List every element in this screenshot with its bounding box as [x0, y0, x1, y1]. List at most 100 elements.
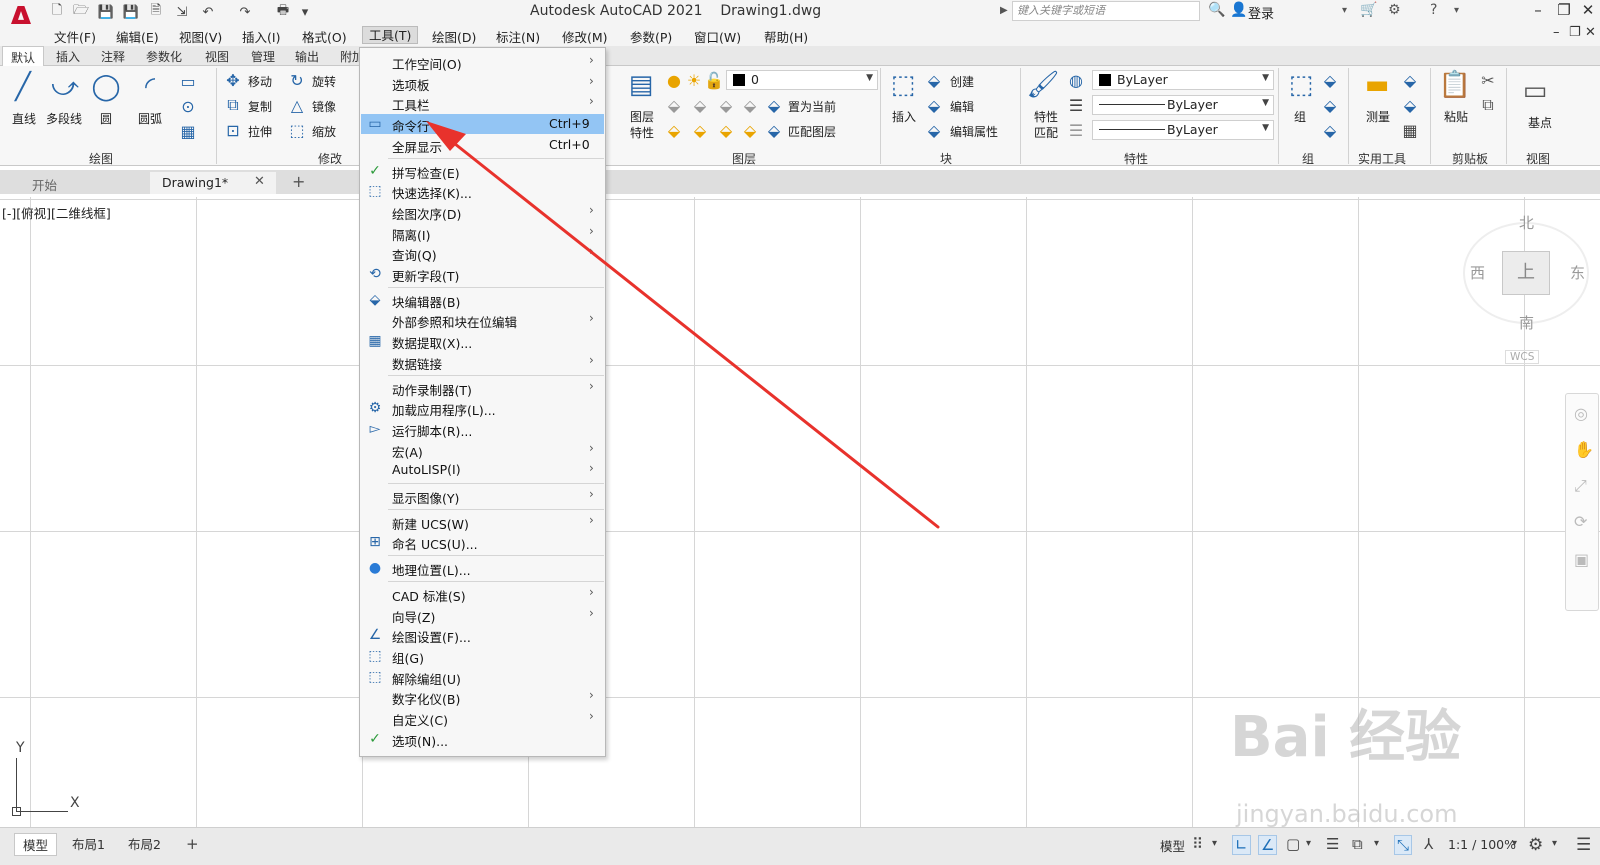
- layer-tool-icon[interactable]: ⬙: [692, 96, 708, 115]
- save-as-icon[interactable]: 💾: [122, 3, 140, 21]
- annotation-visibility-icon[interactable]: ⤡: [1394, 835, 1413, 855]
- layer-tool-icon[interactable]: ⬙: [718, 121, 734, 140]
- tools-menu-item[interactable]: ▭ 命令行 Ctrl+9: [361, 114, 604, 135]
- tools-menu-item[interactable]: ⬙ 块编辑器(B): [361, 290, 604, 310]
- layer-properties-label[interactable]: 特性: [630, 124, 654, 141]
- tools-menu-item[interactable]: 工作空间(O) ›: [361, 52, 604, 72]
- tools-menu-item[interactable]: 工具栏 ›: [361, 93, 604, 113]
- model-space-button[interactable]: 模型: [1152, 835, 1193, 856]
- calculator-icon[interactable]: ▦: [1402, 121, 1418, 140]
- workspace-dropdown-icon[interactable]: ▾: [1552, 838, 1557, 849]
- hatch-icon[interactable]: ▦: [178, 122, 198, 141]
- tools-menu-item[interactable]: ⬚ 快速选择(K)...: [361, 181, 604, 201]
- menu-window[interactable]: 窗口(W): [694, 27, 741, 46]
- tools-menu-item[interactable]: ⟲ 更新字段(T): [361, 264, 604, 284]
- viewcube-top-face[interactable]: 上: [1502, 251, 1550, 295]
- rotate-button[interactable]: 旋转: [312, 73, 336, 90]
- sun-icon[interactable]: ☀: [686, 71, 702, 90]
- lineweight-dropdown[interactable]: ByLayer ▼: [1092, 120, 1274, 140]
- layer-tool-icon[interactable]: ⬙: [692, 121, 708, 140]
- menu-dimension[interactable]: 标注(N): [496, 27, 540, 46]
- create-block-button[interactable]: 创建: [950, 73, 974, 90]
- tab-home[interactable]: 默认: [2, 46, 45, 67]
- layer-tool-icon[interactable]: ⬙: [666, 96, 682, 115]
- tools-menu-item[interactable]: ✓ 选项(N)...: [361, 729, 604, 749]
- match-layer-icon[interactable]: ⬙: [766, 121, 782, 140]
- groups-panel-title[interactable]: 组: [1302, 150, 1314, 167]
- tab-parametric[interactable]: 参数化: [146, 48, 182, 65]
- tools-menu-item[interactable]: 绘图次序(D) ›: [361, 202, 604, 222]
- showmotion-icon[interactable]: ▣: [1574, 550, 1589, 569]
- tools-menu-item[interactable]: 动作录制器(T) ›: [361, 378, 604, 398]
- tools-menu-item[interactable]: CAD 标准(S) ›: [361, 584, 604, 604]
- tools-menu-item[interactable]: 显示图像(Y) ›: [361, 486, 604, 506]
- layer-properties-icon[interactable]: ▤: [624, 68, 658, 102]
- draw-panel-title[interactable]: 绘图: [89, 150, 113, 167]
- annotation-scale-icon[interactable]: ⅄: [1424, 835, 1433, 853]
- zoom-extents-icon[interactable]: ⤢: [1574, 476, 1587, 496]
- rotate-icon[interactable]: ↻: [288, 71, 306, 90]
- tools-menu-item[interactable]: 查询(Q) ›: [361, 243, 604, 263]
- login-dropdown-icon[interactable]: ▾: [1342, 5, 1347, 16]
- set-current-icon[interactable]: ⬙: [766, 96, 782, 115]
- tools-menu-item[interactable]: 全屏显示 Ctrl+0: [361, 135, 604, 155]
- menu-parametric[interactable]: 参数(P): [630, 27, 672, 46]
- tools-menu-item[interactable]: 新建 UCS(W) ›: [361, 512, 604, 532]
- match-layer-button[interactable]: 匹配图层: [788, 123, 836, 140]
- pan-icon[interactable]: ✋: [1574, 440, 1594, 459]
- tools-menu-item[interactable]: 自定义(C) ›: [361, 708, 604, 728]
- insert-block-icon[interactable]: ⬚: [886, 68, 920, 102]
- measure-icon[interactable]: ▬: [1360, 68, 1394, 102]
- linetype-dropdown[interactable]: ByLayer ▼: [1092, 95, 1274, 115]
- undo-icon[interactable]: ↶: [199, 3, 217, 21]
- scale-dropdown-icon[interactable]: ▾: [1512, 838, 1517, 849]
- tab-annotate[interactable]: 注释: [101, 48, 125, 65]
- wcs-menu[interactable]: WCS: [1505, 350, 1540, 364]
- circle-icon[interactable]: ◯: [89, 70, 123, 104]
- help-icon[interactable]: ?: [1430, 2, 1437, 18]
- ellipse-icon[interactable]: ⊙: [178, 97, 198, 116]
- measure-button[interactable]: 测量: [1366, 108, 1390, 125]
- paste-button[interactable]: 粘贴: [1444, 108, 1468, 125]
- transparency-icon[interactable]: ⧉: [1352, 835, 1363, 853]
- lineweight-icon[interactable]: ☰: [1066, 96, 1086, 115]
- block-panel-title[interactable]: 块: [940, 150, 952, 167]
- viewcube-north[interactable]: 北: [1519, 212, 1534, 233]
- layer-dropdown[interactable]: 0 ▼: [726, 70, 878, 90]
- plot-preview-icon[interactable]: 🗎: [147, 3, 165, 21]
- utilities-panel-title[interactable]: 实用工具: [1358, 150, 1406, 167]
- menu-help[interactable]: 帮助(H): [764, 27, 808, 46]
- annotation-scale-value[interactable]: 1:1 / 100%: [1448, 837, 1516, 852]
- doc-restore-icon[interactable]: ❐: [1569, 25, 1581, 40]
- menu-modify[interactable]: 修改(M): [562, 27, 608, 46]
- layout-tab-model[interactable]: 模型: [14, 833, 58, 856]
- viewport-controls[interactable]: [-][俯视][二维线框]: [2, 203, 111, 222]
- open-file-icon[interactable]: 🗁: [72, 3, 90, 21]
- tab-manage[interactable]: 管理: [251, 48, 275, 65]
- line-icon[interactable]: ╱: [6, 70, 40, 104]
- login-link[interactable]: 登录: [1248, 3, 1274, 22]
- tab-insert[interactable]: 插入: [56, 48, 80, 65]
- copy-icon[interactable]: ⧉: [224, 95, 242, 114]
- doc-close-icon[interactable]: ✕: [1585, 25, 1596, 40]
- new-layout-icon[interactable]: +: [186, 835, 199, 853]
- redo-icon[interactable]: ↷: [236, 3, 254, 21]
- create-block-icon[interactable]: ⬙: [926, 71, 942, 90]
- edit-block-button[interactable]: 编辑: [950, 98, 974, 115]
- tab-start[interactable]: 开始: [20, 172, 148, 194]
- viewcube-west[interactable]: 西: [1470, 262, 1485, 283]
- lock-icon[interactable]: 🔓: [704, 71, 724, 90]
- steering-wheel-icon[interactable]: ◎: [1574, 404, 1588, 423]
- workspace-gear-icon[interactable]: ⚙: [1528, 835, 1543, 855]
- group-tool-icon[interactable]: ⬙: [1322, 71, 1338, 90]
- tools-menu-item[interactable]: ⚙ 加载应用程序(L)...: [361, 398, 604, 418]
- copy-button[interactable]: 复制: [248, 98, 272, 115]
- view-panel-title[interactable]: 视图: [1526, 150, 1550, 167]
- restore-icon[interactable]: ❐: [1553, 1, 1575, 21]
- expand-arrow-icon[interactable]: ▶: [1000, 5, 1008, 16]
- utility-tool-icon[interactable]: ⬙: [1402, 71, 1418, 90]
- scale-icon[interactable]: ⬚: [288, 121, 306, 140]
- viewcube-south[interactable]: 南: [1519, 312, 1534, 333]
- menu-format[interactable]: 格式(O): [302, 27, 347, 46]
- utility-tool-icon[interactable]: ⬙: [1402, 96, 1418, 115]
